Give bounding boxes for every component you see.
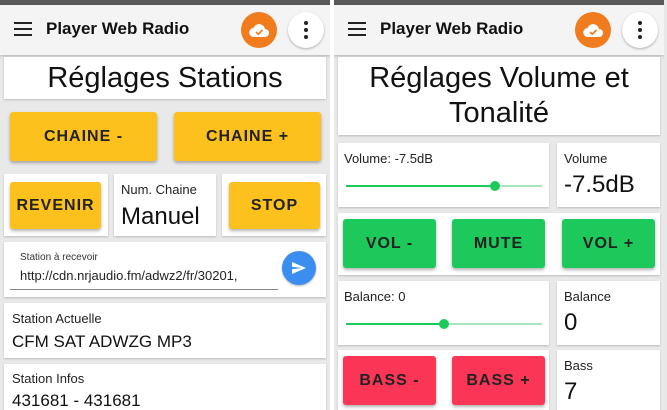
volume-screen: Player Web Radio Réglages Volume et Tona… <box>334 0 664 410</box>
chaine-minus-button[interactable]: CHAINE - <box>10 112 157 161</box>
station-input-label: Station à recevoir <box>20 252 98 263</box>
app-title: Player Web Radio <box>46 19 190 38</box>
volume-slider-card: Volume: -7.5dB <box>338 143 549 207</box>
stations-screen: Player Web Radio Réglages Stations CHAIN… <box>0 0 330 410</box>
cloud-check-icon[interactable] <box>241 12 277 48</box>
revenir-button[interactable]: REVENIR <box>10 182 101 229</box>
send-button[interactable] <box>282 251 316 285</box>
input-underline <box>10 289 278 290</box>
stop-button[interactable]: STOP <box>229 182 320 229</box>
bass-plus-button[interactable]: BASS + <box>452 356 545 405</box>
station-infos-label: Station Infos <box>12 371 85 386</box>
volume-slider-thumb[interactable] <box>489 181 500 191</box>
balance-value: 0 <box>564 309 578 336</box>
station-infos-value: 431681 - 431681 <box>12 391 141 410</box>
app-title: Player Web Radio <box>380 19 524 38</box>
station-actuelle-value: CFM SAT ADWZG MP3 <box>12 332 192 351</box>
bass-value-label: Bass <box>564 358 593 373</box>
volume-slider[interactable] <box>346 181 542 191</box>
volume-value-label: Volume <box>564 151 608 166</box>
balance-value-label: Balance <box>564 289 611 304</box>
bass-minus-button[interactable]: BASS - <box>343 356 436 405</box>
page-title-line1: Réglages Volume et <box>369 62 629 95</box>
cloud-check-icon[interactable] <box>575 12 611 48</box>
bass-value: 7 <box>564 378 578 405</box>
hamburger-icon[interactable] <box>348 22 366 36</box>
chaine-plus-button[interactable]: CHAINE + <box>174 112 321 161</box>
bass-value-card: Bass 7 <box>557 350 660 410</box>
volume-buttons-card: VOL - MUTE VOL + <box>338 213 660 275</box>
app-bar: Player Web Radio <box>334 5 664 55</box>
balance-slider-fill <box>346 323 444 325</box>
balance-slider-thumb[interactable] <box>439 319 449 329</box>
station-url-input[interactable]: http://cdn.nrjaudio.fm/adwz2/fr/30201, <box>20 268 276 283</box>
volume-value-card: Volume -7.5dB <box>557 143 660 207</box>
balance-value-card: Balance 0 <box>557 281 660 345</box>
volume-value: -7.5dB <box>564 171 635 198</box>
hamburger-icon[interactable] <box>14 22 32 36</box>
stop-card: STOP <box>222 174 326 236</box>
mute-button[interactable]: MUTE <box>452 219 545 268</box>
more-vert-icon[interactable] <box>622 12 658 48</box>
num-chaine-label: Num. Chaine <box>121 182 197 197</box>
vol-minus-button[interactable]: VOL - <box>343 219 436 268</box>
volume-slider-label: Volume: -7.5dB <box>344 151 433 166</box>
bass-buttons-card: BASS - BASS + <box>338 350 549 410</box>
num-chaine-value: Manuel <box>121 203 200 230</box>
balance-slider-card: Balance: 0 <box>338 281 549 345</box>
more-vert-icon[interactable] <box>288 12 324 48</box>
page-title-line2: Tonalité <box>449 97 549 129</box>
page-title: Réglages Volume et Tonalité <box>338 57 660 135</box>
app-bar: Player Web Radio <box>0 5 330 55</box>
station-infos-card: Station Infos 431681 - 431681 <box>4 364 326 410</box>
balance-slider-label: Balance: 0 <box>344 289 406 304</box>
page-title: Réglages Stations <box>4 57 326 99</box>
revenir-card: REVENIR <box>4 174 108 236</box>
volume-slider-fill <box>346 185 495 187</box>
num-chaine-card: Num. Chaine Manuel <box>114 174 216 236</box>
send-icon <box>292 262 306 274</box>
vol-plus-button[interactable]: VOL + <box>562 219 655 268</box>
station-input-card: Station à recevoir http://cdn.nrjaudio.f… <box>4 242 326 297</box>
station-actuelle-card: Station Actuelle CFM SAT ADWZG MP3 <box>4 303 326 358</box>
station-actuelle-label: Station Actuelle <box>12 311 102 326</box>
balance-slider[interactable] <box>346 319 542 329</box>
